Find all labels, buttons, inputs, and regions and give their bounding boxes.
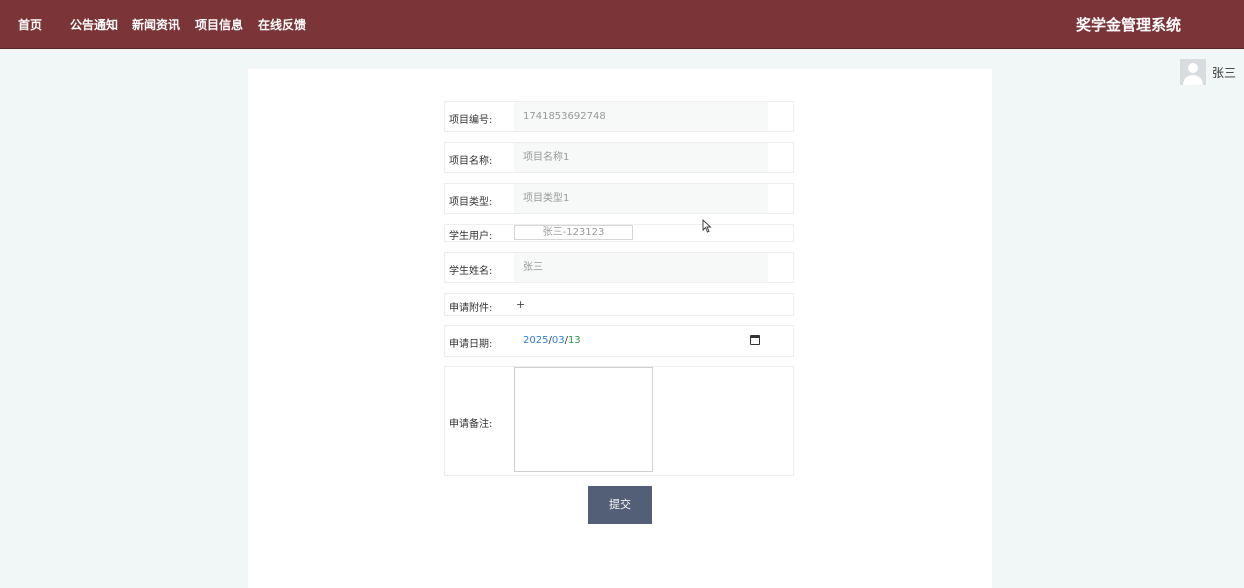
date-month: 03 bbox=[551, 335, 565, 346]
label-project-name: 项目名称: bbox=[449, 156, 493, 167]
nav-projects[interactable]: 项目信息 bbox=[195, 16, 243, 33]
row-student-name: 学生姓名: 张三 bbox=[444, 252, 794, 283]
nav-announcements[interactable]: 公告通知 bbox=[70, 16, 118, 33]
nav-news[interactable]: 新闻资讯 bbox=[132, 16, 180, 33]
upload-plus-icon[interactable]: + bbox=[516, 298, 525, 311]
remark-textarea[interactable] bbox=[514, 367, 653, 472]
site-title: 奖学金管理系统 bbox=[1075, 16, 1181, 34]
label-project-no: 项目编号: bbox=[449, 115, 493, 126]
label-student-user: 学生用户: bbox=[449, 231, 493, 242]
row-student-user: 学生用户: 张三-123123 bbox=[444, 224, 794, 242]
nav-feedback[interactable]: 在线反馈 bbox=[258, 16, 306, 33]
row-apply-date: 申请日期: 2025/03/13 bbox=[444, 325, 794, 357]
mouse-cursor-icon bbox=[702, 219, 712, 233]
apply-date-input[interactable]: 2025/03/13 bbox=[523, 335, 581, 346]
username[interactable]: 张三 bbox=[1212, 64, 1236, 81]
project-name-field[interactable]: 项目名称1 bbox=[514, 143, 768, 172]
date-day: 13 bbox=[567, 335, 581, 346]
calendar-icon[interactable] bbox=[750, 335, 760, 345]
submit-button[interactable]: 提交 bbox=[588, 486, 652, 524]
label-student-name: 学生姓名: bbox=[449, 266, 493, 277]
date-year: 2025 bbox=[523, 335, 549, 346]
student-name-field[interactable]: 张三 bbox=[514, 253, 768, 282]
label-remark: 申请备注: bbox=[449, 419, 493, 430]
row-project-no: 项目编号: 1741853692748 bbox=[444, 101, 794, 132]
label-attachment: 申请附件: bbox=[449, 303, 493, 314]
row-project-name: 项目名称: 项目名称1 bbox=[444, 142, 794, 173]
user-menu[interactable]: 张三 bbox=[1179, 58, 1236, 86]
row-remark: 申请备注: bbox=[444, 366, 794, 476]
label-project-type: 项目类型: bbox=[449, 197, 493, 208]
nav-home[interactable]: 首页 bbox=[18, 16, 42, 33]
label-apply-date: 申请日期: bbox=[449, 339, 493, 350]
row-project-type: 项目类型: 项目类型1 bbox=[444, 183, 794, 214]
top-navigation-bar: 首页 公告通知 新闻资讯 项目信息 在线反馈 奖学金管理系统 bbox=[0, 0, 1244, 49]
student-user-select[interactable]: 张三-123123 bbox=[514, 225, 633, 240]
project-no-field[interactable]: 1741853692748 bbox=[514, 102, 768, 131]
row-attachment: 申请附件: + bbox=[444, 293, 794, 316]
project-type-field[interactable]: 项目类型1 bbox=[514, 184, 768, 213]
avatar-icon[interactable] bbox=[1179, 59, 1206, 85]
